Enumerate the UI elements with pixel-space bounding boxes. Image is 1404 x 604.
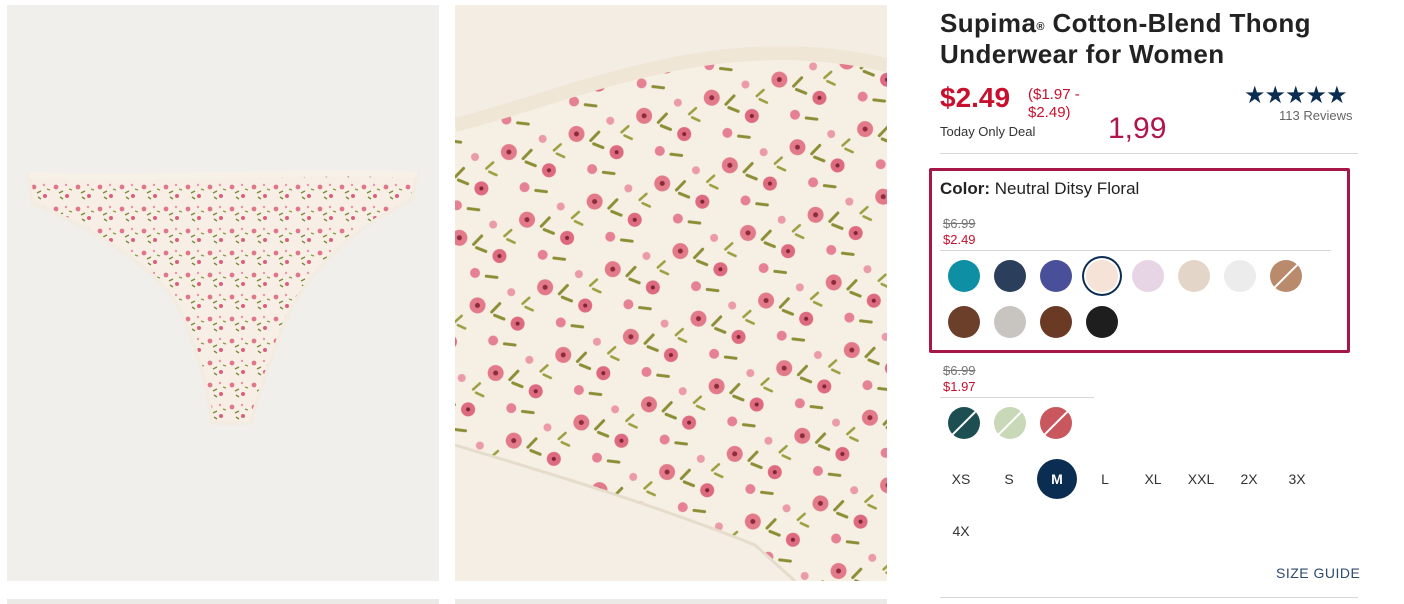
size-option-xxl[interactable]: XXL <box>1181 459 1221 499</box>
color-swatch-tropical-unavailable[interactable] <box>994 407 1026 439</box>
price-range: ($1.97 - $2.49) <box>1028 86 1080 121</box>
size-option-l[interactable]: L <box>1085 459 1125 499</box>
color-swatch-tan-unavailable[interactable] <box>1270 260 1302 292</box>
sale-price: $2.49 <box>940 82 1011 113</box>
next-image-strip-2 <box>455 599 887 604</box>
divider <box>940 597 1358 598</box>
size-option-3x[interactable]: 3X <box>1277 459 1317 499</box>
divider <box>940 153 1358 154</box>
color-swatch-multi-floral[interactable] <box>1040 260 1072 292</box>
registered-mark: ® <box>1036 21 1045 33</box>
group1-divider <box>940 250 1331 251</box>
color-label: Color: Neutral Ditsy Floral <box>940 179 1140 198</box>
group1-sale-price: $2.49 <box>943 232 976 247</box>
color-swatch-light-gray[interactable] <box>1224 260 1256 292</box>
product-image-front[interactable] <box>7 5 439 581</box>
product-image-closeup[interactable] <box>455 5 887 581</box>
color-swatch-beige[interactable] <box>1178 260 1210 292</box>
group1-original-price: $6.99 <box>943 216 976 231</box>
handwritten-annotation: 1,99 <box>1108 112 1167 145</box>
thong-image <box>26 170 420 425</box>
color-swatch-neutral-ditsy-floral[interactable] <box>1086 260 1118 292</box>
next-image-strip-1 <box>7 599 439 604</box>
deal-label: Today Only Deal <box>940 124 1036 139</box>
group2-divider <box>940 397 1094 398</box>
color-swatch-chocolate[interactable] <box>1040 306 1072 338</box>
color-swatch-navy-stripe[interactable] <box>994 260 1026 292</box>
unavailable-slash-icon <box>949 408 979 438</box>
size-option-xs[interactable]: XS <box>941 459 981 499</box>
size-option-xl[interactable]: XL <box>1133 459 1173 499</box>
product-page: Supima® Cotton-Blend Thong Underwear for… <box>0 0 1404 604</box>
fabric-closeup-image <box>455 5 887 581</box>
size-option-s[interactable]: S <box>989 459 1029 499</box>
size-option-m[interactable]: M <box>1037 459 1077 499</box>
unavailable-slash-icon <box>1271 261 1301 291</box>
size-guide-link[interactable]: SIZE GUIDE <box>1276 565 1360 581</box>
color-swatch-black[interactable] <box>1086 306 1118 338</box>
size-option-2x[interactable]: 2X <box>1229 459 1269 499</box>
reviews-link[interactable]: 113 Reviews <box>1279 108 1352 123</box>
color-swatch-dark-teal-unavailable[interactable] <box>948 407 980 439</box>
rating-stars-icon[interactable]: ★★★★★ <box>1244 81 1348 110</box>
unavailable-slash-icon <box>995 408 1025 438</box>
group2-sale-price: $1.97 <box>943 379 976 394</box>
unavailable-slash-icon <box>1041 408 1071 438</box>
color-swatch-rose-unavailable[interactable] <box>1040 407 1072 439</box>
group2-original-price: $6.99 <box>943 363 976 378</box>
color-swatch-lavender[interactable] <box>1132 260 1164 292</box>
size-option-4x[interactable]: 4X <box>941 511 981 551</box>
color-swatch-brown[interactable] <box>948 306 980 338</box>
color-swatch-teal[interactable] <box>948 260 980 292</box>
color-swatch-leopard-gray[interactable] <box>994 306 1026 338</box>
selected-color-name: Neutral Ditsy Floral <box>994 179 1140 198</box>
product-title: Supima® Cotton-Blend Thong Underwear for… <box>940 8 1311 69</box>
